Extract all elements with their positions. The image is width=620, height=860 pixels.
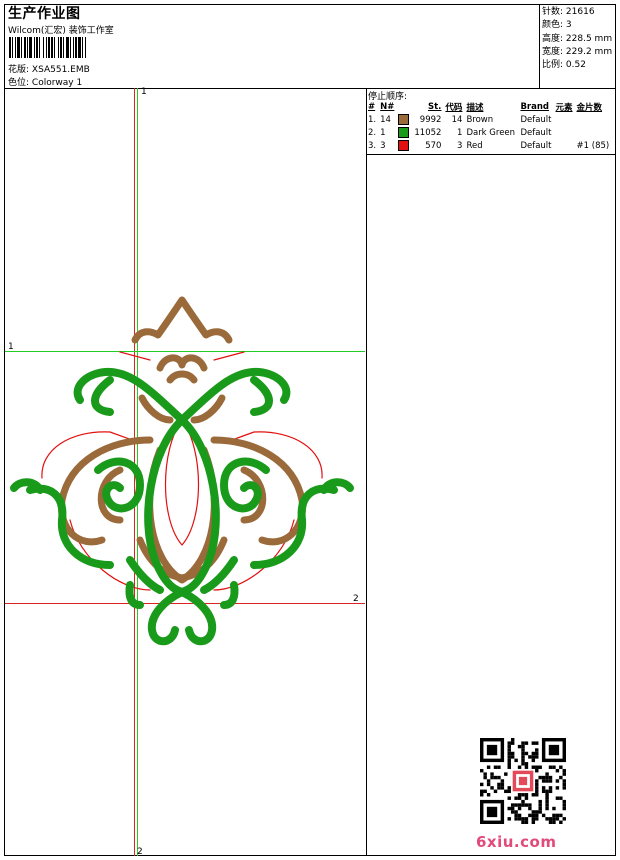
watermark-text: 6xiu.com <box>476 833 557 851</box>
embroidery-design <box>10 296 354 646</box>
qr-code <box>480 738 566 824</box>
